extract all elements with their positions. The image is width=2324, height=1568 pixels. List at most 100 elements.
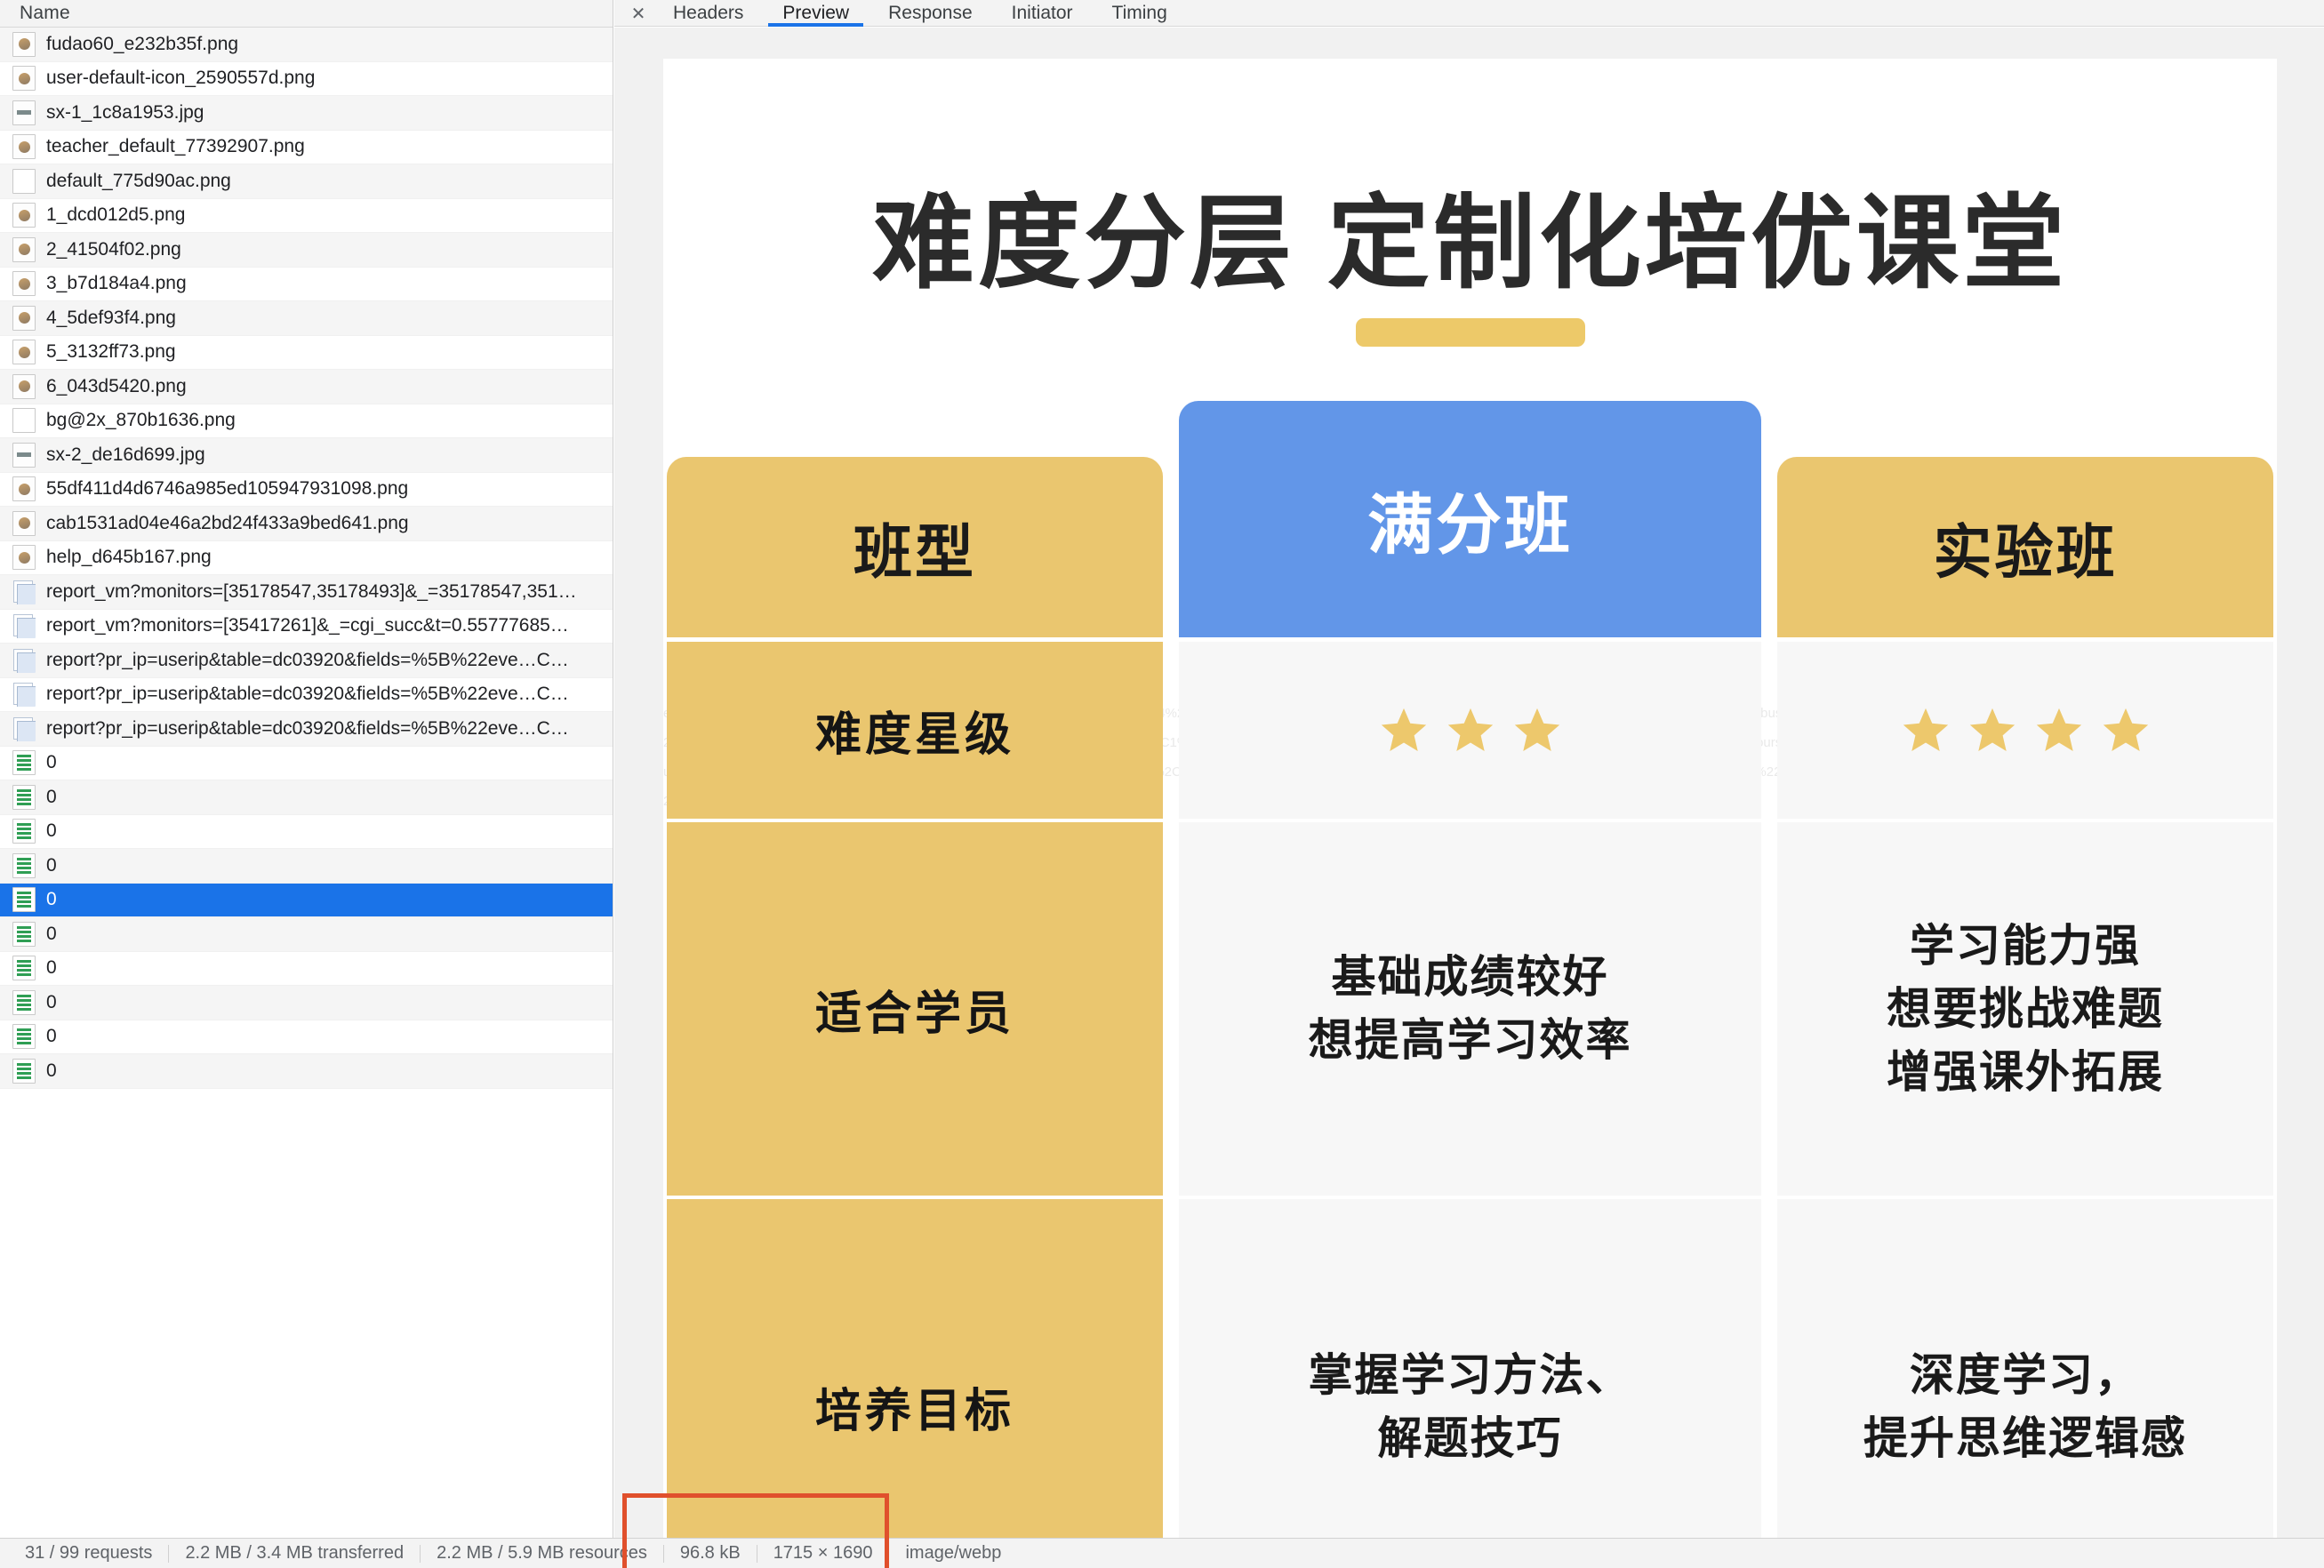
thumbnail-blob (18, 380, 30, 393)
request-row-label: 0 (46, 820, 57, 842)
row-divider (1179, 1196, 1761, 1199)
status-item: image/webp (905, 1543, 1002, 1563)
request-row[interactable]: 0 (0, 883, 613, 917)
previewed-image: expose%22%2C1616704059485%2C%22lttjai4sj… (663, 59, 2277, 1538)
thumbnail-blob (18, 551, 30, 564)
request-row-label: report_vm?monitors=[35417261]&_=cgi_succ… (46, 615, 569, 636)
request-row-label: bg@2x_870b1636.png (46, 410, 236, 431)
close-icon[interactable]: ✕ (623, 1, 653, 26)
request-row[interactable]: 0 (0, 986, 613, 1020)
tab-response[interactable]: Response (869, 1, 992, 26)
request-row-label: default_775d90ac.png (46, 170, 231, 191)
request-row[interactable]: help_d645b167.png (0, 540, 613, 575)
request-row[interactable]: report?pr_ip=userip&table=dc03920&fields… (0, 712, 613, 747)
cell-1-2: 学习能力强 想要挑战难题 增强课外拓展 (1777, 822, 2273, 1196)
thumbnail-blob (18, 244, 30, 256)
cell-0-1 (1179, 642, 1761, 819)
tab-headers[interactable]: Headers (653, 1, 763, 26)
request-row[interactable]: user-default-icon_2590557d.png (0, 61, 613, 96)
request-row-label: 0 (46, 786, 57, 807)
request-row[interactable]: 5_3132ff73.png (0, 335, 613, 370)
request-row[interactable]: report_vm?monitors=[35178547,35178493]&_… (0, 575, 613, 610)
spreadsheet-icon (12, 750, 36, 776)
request-row-label: help_d645b167.png (46, 547, 212, 568)
tabs-container: Headers Preview Response Initiator Timing (653, 1, 1187, 27)
request-row-label: report_vm?monitors=[35178547,35178493]&_… (46, 580, 577, 602)
cell-line: 解题技巧 (1377, 1412, 1563, 1463)
request-row[interactable]: 3_b7d184a4.png (0, 267, 613, 301)
spreadsheet-icon (12, 1024, 36, 1050)
cell-line: 掌握学习方法、 (1308, 1349, 1632, 1400)
spreadsheet-icon (12, 1058, 36, 1084)
spreadsheet-icon (12, 921, 36, 947)
difficulty-stars (1378, 705, 1563, 756)
request-row[interactable]: sx-1_1c8a1953.jpg (0, 96, 613, 131)
request-row[interactable]: 6_043d5420.png (0, 370, 613, 404)
request-row[interactable]: report?pr_ip=userip&table=dc03920&fields… (0, 677, 613, 712)
request-row[interactable]: 0 (0, 746, 613, 780)
cell-line: 增强课外拓展 (1887, 1046, 2164, 1097)
tab-timing[interactable]: Timing (1093, 1, 1187, 26)
request-row[interactable]: 0 (0, 1020, 613, 1054)
request-row[interactable]: report?pr_ip=userip&table=dc03920&fields… (0, 644, 613, 678)
thumbnail-blob (18, 209, 30, 221)
row-divider (667, 638, 1163, 642)
request-row[interactable]: 0 (0, 1054, 613, 1089)
star-icon (1381, 708, 1426, 751)
request-row[interactable]: 0 (0, 780, 613, 815)
cell-line: 深度学习， (1910, 1349, 2141, 1400)
star-icon (2103, 708, 2148, 751)
request-row-label: 5_3132ff73.png (46, 341, 176, 363)
request-row[interactable]: 2_41504f02.png (0, 233, 613, 268)
request-row[interactable]: cab1531ad04e46a2bd24f433a9bed641.png (0, 507, 613, 541)
request-row[interactable]: 55df411d4d6746a985ed105947931098.png (0, 472, 613, 507)
request-row-label: cab1531ad04e46a2bd24f433a9bed641.png (46, 512, 409, 533)
request-row[interactable]: fudao60_e232b35f.png (0, 28, 613, 62)
request-row[interactable]: report_vm?monitors=[35417261]&_=cgi_succ… (0, 609, 613, 644)
request-row[interactable]: 0 (0, 814, 613, 849)
request-row-label: 0 (46, 889, 57, 910)
thumbnail-blob (18, 483, 30, 495)
request-row-label: 0 (46, 957, 57, 979)
thumbnail-blob (18, 140, 30, 153)
image-thumb-icon (12, 476, 36, 502)
request-row-label: 6_043d5420.png (46, 375, 187, 396)
image-stack-icon (12, 613, 36, 639)
request-row-label: 3_b7d184a4.png (46, 273, 187, 294)
tab-initiator[interactable]: Initiator (992, 1, 1093, 26)
column-header-name[interactable]: Name (0, 0, 613, 28)
sheet-glyph (17, 755, 31, 772)
request-row-label: sx-1_1c8a1953.jpg (46, 101, 204, 123)
request-row-label: sx-2_de16d699.jpg (46, 444, 205, 465)
request-row[interactable]: 0 (0, 849, 613, 884)
cell-line: 想要挑战难题 (1887, 983, 2164, 1034)
row-divider (1179, 819, 1761, 822)
request-row[interactable]: 0 (0, 917, 613, 952)
spreadsheet-icon (12, 956, 36, 981)
request-row[interactable]: sx-2_de16d699.jpg (0, 438, 613, 473)
spreadsheet-icon (12, 852, 36, 878)
tab-preview[interactable]: Preview (763, 1, 869, 27)
cell-line: 提升思维逻辑感 (1863, 1412, 2187, 1463)
thumbnail-bar (17, 452, 31, 458)
detail-tabbar: ✕ Headers Preview Response Initiator Timing (614, 0, 2324, 27)
request-row-label: report?pr_ip=userip&table=dc03920&fields… (46, 649, 569, 670)
request-row[interactable]: 0 (0, 951, 613, 986)
comparison-table: 班型 难度星级 适合学员 培养目标 满分班 基础成绩较好 想提高学习效率 掌握学… (663, 401, 2277, 1538)
request-row[interactable]: teacher_default_77392907.png (0, 130, 613, 164)
request-row-label: report?pr_ip=userip&table=dc03920&fields… (46, 684, 569, 705)
image-thumb-icon (12, 66, 36, 92)
row-divider (1777, 819, 2273, 822)
image-thumb-icon (12, 545, 36, 571)
request-row[interactable]: 1_dcd012d5.png (0, 198, 613, 233)
request-row-label: fudao60_e232b35f.png (46, 33, 239, 54)
sheet-glyph (17, 994, 31, 1011)
request-row-label: 0 (46, 991, 57, 1012)
status-bar: 31 / 99 requests 2.2 MB / 3.4 MB transfer… (0, 1538, 2324, 1568)
request-row-label: 0 (46, 854, 57, 876)
request-row[interactable]: bg@2x_870b1636.png (0, 404, 613, 438)
difficulty-stars (1900, 705, 2152, 756)
request-row[interactable]: default_775d90ac.png (0, 164, 613, 199)
request-row[interactable]: 4_5def93f4.png (0, 301, 613, 336)
status-item: 31 / 99 requests (25, 1543, 153, 1563)
